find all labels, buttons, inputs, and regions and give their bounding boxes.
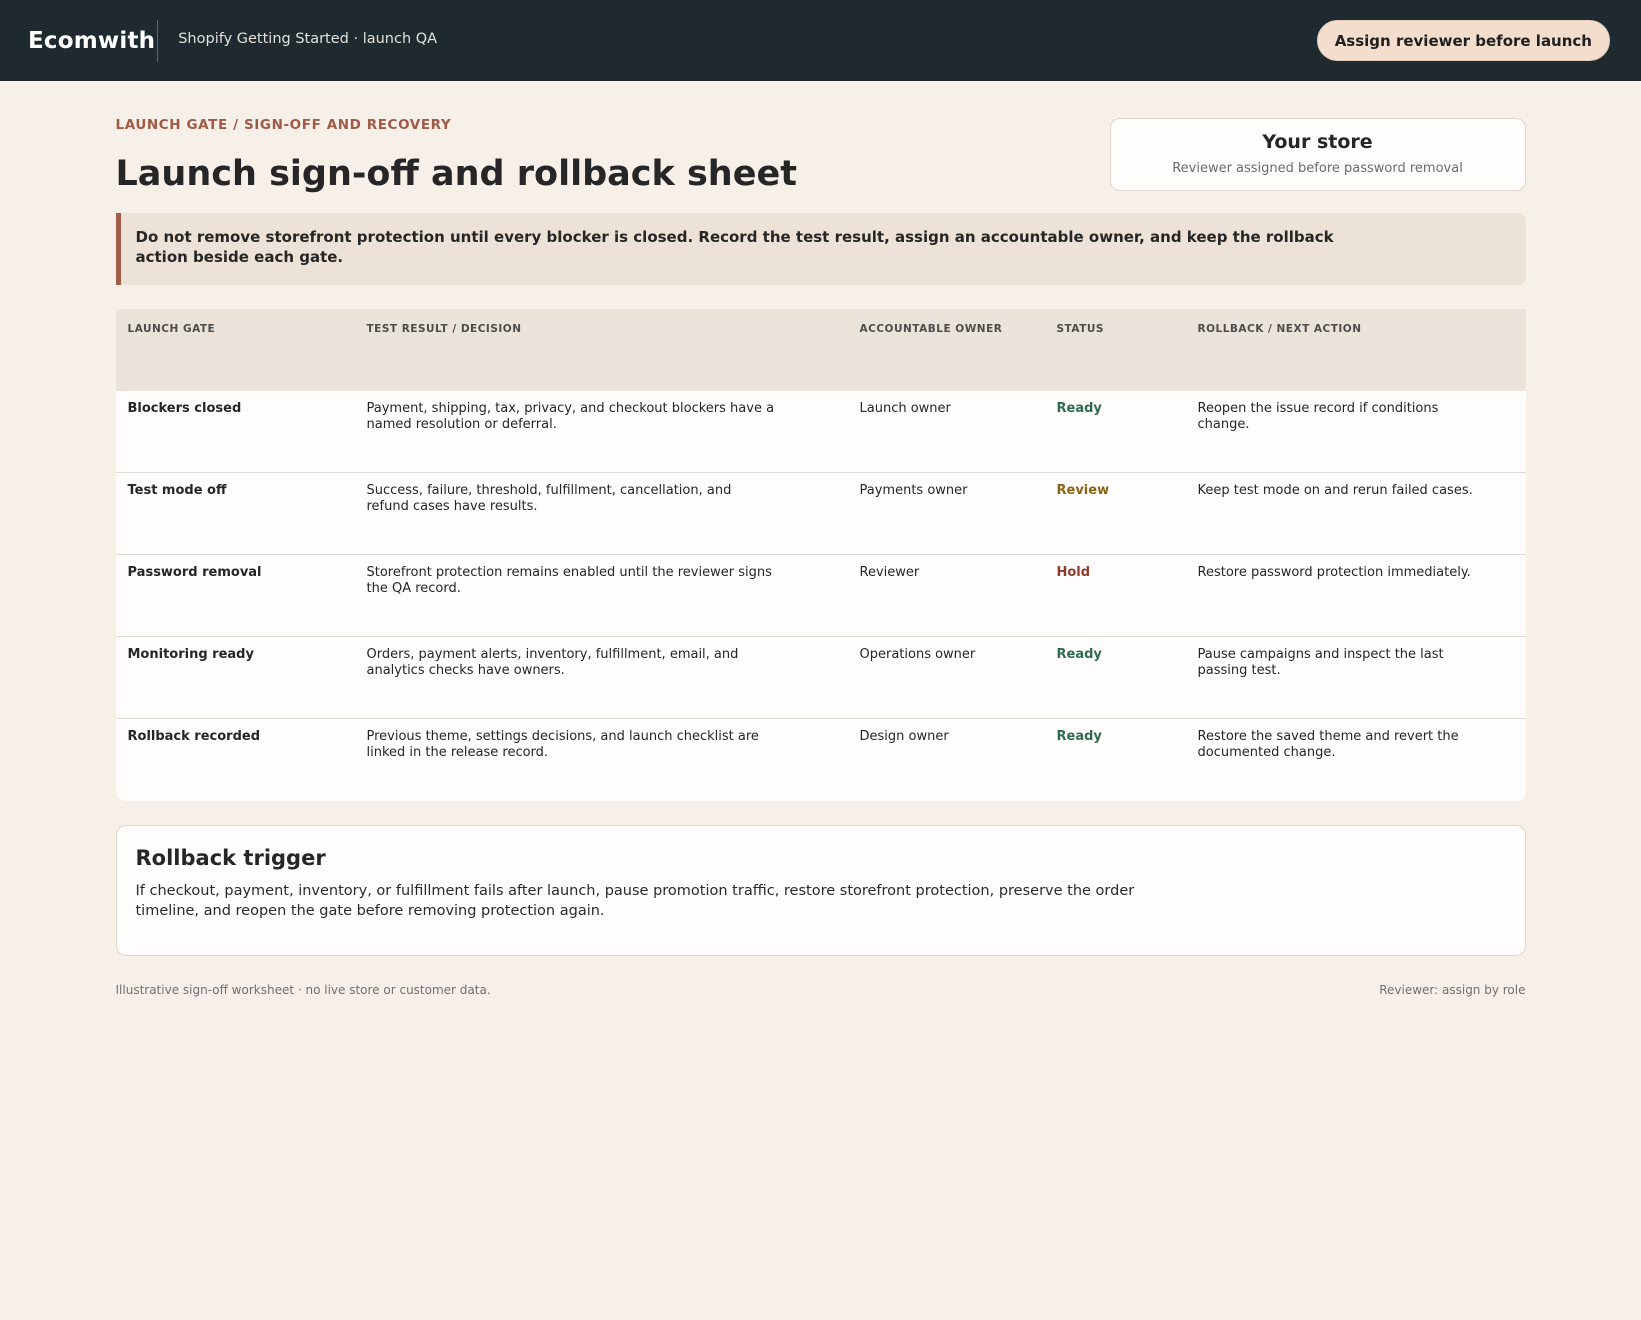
column-header-gate: LAUNCH GATE (127, 323, 216, 335)
warning-banner: Do not remove storefront protection unti… (115, 213, 1526, 285)
gate-name: Rollback recorded (127, 729, 261, 744)
table-row: Blockers closed Payment, shipping, tax, … (115, 391, 1526, 473)
owner: Operations owner (859, 647, 976, 662)
footer: Illustrative sign-off worksheet · no liv… (116, 983, 1526, 997)
rollback-action: Restore the saved theme and revert the d… (1197, 729, 1459, 760)
top-bar: Ecomwith Shopify Getting Started · launc… (0, 0, 1641, 81)
status-badge: Ready (1056, 729, 1102, 744)
store-card: Your store Reviewer assigned before pass… (1109, 118, 1526, 191)
gate-name: Password removal (127, 565, 262, 580)
gate-table: LAUNCH GATE TEST RESULT / DECISION ACCOU… (115, 309, 1526, 801)
table-row: Rollback recorded Previous theme, settin… (116, 719, 1526, 801)
store-name: Your store (1262, 131, 1373, 153)
footer-reviewer-note: Reviewer: assign by role (1379, 983, 1526, 997)
test-result: Previous theme, settings decisions, and … (366, 729, 759, 760)
assign-reviewer-button[interactable]: Assign reviewer before launch (1316, 20, 1610, 61)
status-badge: Ready (1056, 401, 1102, 416)
rollback-action: Reopen the issue record if conditions ch… (1197, 401, 1439, 432)
status-badge: Hold (1056, 565, 1091, 580)
gate-name: Blockers closed (127, 401, 242, 416)
column-header-result: TEST RESULT / DECISION (366, 323, 522, 335)
store-note: Reviewer assigned before password remova… (1172, 161, 1463, 176)
rollback-trigger-card: Rollback trigger If checkout, payment, i… (115, 825, 1526, 956)
owner: Payments owner (859, 483, 968, 498)
footer-disclaimer: Illustrative sign-off worksheet · no liv… (115, 983, 491, 997)
column-header-action: ROLLBACK / NEXT ACTION (1197, 323, 1362, 335)
rollback-trigger-text: If checkout, payment, inventory, or fulf… (135, 883, 1135, 919)
rollback-trigger-title: Rollback trigger (135, 846, 326, 870)
table-header: LAUNCH GATE TEST RESULT / DECISION ACCOU… (115, 309, 1526, 391)
table-row: Test mode off Success, failure, threshol… (115, 473, 1526, 555)
brand-logo[interactable]: Ecomwith (28, 19, 159, 62)
status-badge: Review (1056, 483, 1110, 498)
rollback-action: Pause campaigns and inspect the last pas… (1197, 647, 1444, 678)
gate-name: Test mode off (127, 483, 227, 498)
table-row: Password removal Storefront protection r… (115, 555, 1526, 637)
column-header-owner: ACCOUNTABLE OWNER (859, 323, 1003, 335)
column-header-status: STATUS (1056, 323, 1104, 335)
table-row: Monitoring ready Orders, payment alerts,… (115, 637, 1526, 719)
status-badge: Ready (1056, 647, 1102, 662)
owner: Design owner (859, 729, 949, 744)
owner: Launch owner (859, 401, 951, 416)
rollback-action: Keep test mode on and rerun failed cases… (1197, 483, 1473, 498)
owner: Reviewer (859, 565, 920, 580)
rollback-action: Restore password protection immediately. (1197, 565, 1471, 580)
test-result: Success, failure, threshold, fulfillment… (366, 483, 732, 514)
main-content: LAUNCH GATE / SIGN-OFF AND RECOVERY Laun… (115, 81, 1526, 997)
test-result: Orders, payment alerts, inventory, fulfi… (366, 647, 739, 678)
test-result: Storefront protection remains enabled un… (366, 565, 772, 596)
gate-name: Monitoring ready (127, 647, 254, 662)
test-result: Payment, shipping, tax, privacy, and che… (366, 401, 775, 432)
app-subtitle: Shopify Getting Started · launch QA (178, 30, 438, 47)
